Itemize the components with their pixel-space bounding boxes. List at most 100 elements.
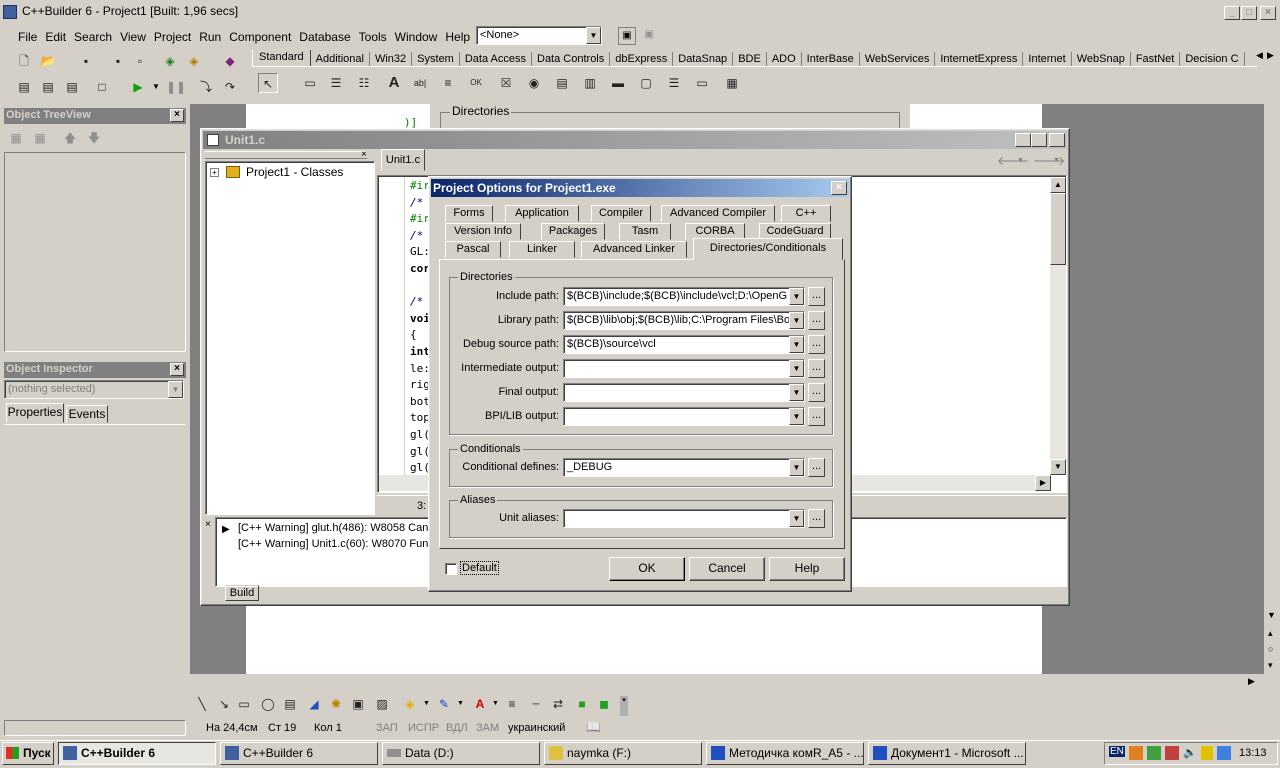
tab-forms[interactable]: Forms — [445, 205, 493, 222]
palette-tab-win32[interactable]: Win32 — [370, 52, 413, 66]
tray-network-icon[interactable] — [1147, 746, 1161, 760]
menu-project[interactable]: Project — [150, 28, 195, 46]
inspector-tab-events[interactable]: Events — [66, 405, 108, 423]
run-icon[interactable]: ▶ — [128, 77, 148, 97]
delete-item-icon[interactable]: ▦ — [30, 128, 50, 148]
view-unit-icon[interactable]: ▤ — [14, 77, 34, 97]
edit-icon[interactable]: ab| — [410, 73, 430, 93]
pointer-tool-icon[interactable]: ↖ — [258, 73, 278, 93]
palette-tab-system[interactable]: System — [412, 52, 460, 66]
tab-packages[interactable]: Packages — [541, 223, 605, 240]
tray-app-icon[interactable] — [1129, 746, 1143, 760]
line-color-icon[interactable]: ✎ — [434, 694, 454, 714]
status-ovr[interactable]: ЗАМ — [476, 722, 499, 734]
fill-color-icon[interactable]: ◈ — [400, 694, 420, 714]
debug-source-path-combo[interactable]: $(BCB)\source\vcl ▼ — [563, 335, 805, 354]
palette-tab-internetexpress[interactable]: InternetExpress — [935, 52, 1024, 66]
tray-messenger-icon[interactable] — [1217, 746, 1231, 760]
scroll-up-icon[interactable]: ▲ — [1050, 177, 1066, 193]
font-color-dropdown-icon[interactable]: ▼ — [492, 700, 499, 707]
open-project-icon[interactable]: ▫ — [130, 51, 150, 71]
dash-style-icon[interactable]: ┄ — [526, 694, 546, 714]
language-indicator[interactable]: EN — [1109, 746, 1125, 757]
nav-back-dropdown-icon[interactable]: ▼ — [1017, 157, 1024, 164]
tree-root-label[interactable]: Project1 - Classes — [246, 165, 343, 179]
menu-window[interactable]: Window — [391, 28, 442, 46]
button-icon[interactable]: OK — [466, 73, 486, 93]
menu-run[interactable]: Run — [195, 28, 225, 46]
palette-tab-bde[interactable]: BDE — [733, 52, 767, 66]
menu-help[interactable]: Help — [441, 28, 474, 46]
message-row[interactable]: [C++ Warning] glut.h(486): W8058 Cann — [238, 522, 434, 534]
tab-version-info[interactable]: Version Info — [445, 223, 521, 240]
scrollbar-icon[interactable]: ▬ — [608, 73, 628, 93]
tab-cpp[interactable]: C++ — [781, 205, 831, 222]
status-ext[interactable]: ВДЛ — [446, 722, 468, 734]
move-up-icon[interactable]: 🡅 — [60, 128, 80, 148]
editor-tab-unit1[interactable]: Unit1.c — [381, 149, 425, 171]
expand-arrow-icon[interactable]: ▶ — [222, 524, 230, 535]
palette-tab-standard[interactable]: Standard — [252, 50, 311, 66]
save-desktop-icon[interactable]: ▣ — [618, 27, 636, 45]
tab-tasm[interactable]: Tasm — [619, 223, 671, 240]
memo-icon[interactable]: ≡ — [438, 73, 458, 93]
taskbar-button-word-document1[interactable]: Документ1 - Microsoft ... — [868, 742, 1026, 765]
palette-tab-dbexpress[interactable]: dbExpress — [610, 52, 674, 66]
tab-pascal[interactable]: Pascal — [445, 241, 501, 258]
tab-application[interactable]: Application — [505, 205, 579, 222]
menu-view[interactable]: View — [116, 28, 150, 46]
tab-directories-conditionals[interactable]: Directories/Conditionals — [693, 238, 843, 260]
palette-scroll-left-icon[interactable]: ◀ — [1256, 50, 1263, 61]
oval-tool-icon[interactable]: ◯ — [258, 694, 278, 714]
nav-forward-dropdown-icon[interactable]: ▼ — [1053, 157, 1060, 164]
messages-tab-build[interactable]: Build — [225, 585, 259, 601]
taskbar-button-cbuilder-active[interactable]: C++Builder 6 — [58, 742, 216, 765]
chevron-down-icon[interactable]: ▼ — [789, 459, 804, 476]
panel-icon[interactable]: ▭ — [692, 73, 712, 93]
save-all-icon[interactable]: ▪ — [108, 51, 128, 71]
inspector-tab-properties[interactable]: Properties — [6, 403, 64, 423]
tree-expand-icon[interactable]: + — [210, 168, 219, 177]
unit-aliases-combo[interactable]: ▼ — [563, 509, 805, 528]
library-path-browse-button[interactable]: ... — [808, 311, 825, 330]
run-dropdown-icon[interactable]: ▼ — [152, 82, 160, 91]
trace-into-icon[interactable]: ⤵ — [196, 77, 216, 97]
menu-edit[interactable]: Edit — [41, 28, 70, 46]
menu-component[interactable]: Component — [225, 28, 295, 46]
palette-tab-data-access[interactable]: Data Access — [460, 52, 532, 66]
class-explorer-close-icon[interactable]: × — [361, 149, 367, 160]
wordart-icon[interactable]: ◢ — [304, 694, 324, 714]
menu-file[interactable]: File — [14, 28, 41, 46]
chevron-down-icon[interactable]: ▼ — [789, 312, 804, 329]
tab-advanced-linker[interactable]: Advanced Linker — [581, 241, 687, 258]
groupbox-icon[interactable]: ▢ — [636, 73, 656, 93]
arrow-tool-icon[interactable]: ↘ — [214, 694, 234, 714]
menu-search[interactable]: Search — [70, 28, 116, 46]
minimize-button[interactable]: _ — [1224, 6, 1240, 20]
bpi-lib-output-browse-button[interactable]: ... — [808, 407, 825, 426]
remove-from-project-icon[interactable]: ◈ — [184, 51, 204, 71]
radiogroup-icon[interactable]: ☰ — [664, 73, 684, 93]
taskbar-button-naymka-drive[interactable]: naymka (F:) — [544, 742, 702, 765]
palette-tab-ado[interactable]: ADO — [767, 52, 802, 66]
treeview-close-button[interactable]: × — [170, 109, 184, 122]
listbox-icon[interactable]: ▤ — [552, 73, 572, 93]
taskbar-button-word-methodichka[interactable]: Методичка комR_A5 - ... — [706, 742, 864, 765]
checkbox-icon[interactable]: ☒ — [496, 73, 516, 93]
bpi-lib-output-combo[interactable]: ▼ — [563, 407, 805, 426]
scroll-right-icon[interactable]: ▶ — [1248, 676, 1255, 687]
line-style-icon[interactable]: ≡ — [502, 694, 522, 714]
intermediate-output-combo[interactable]: ▼ — [563, 359, 805, 378]
conditional-defines-browse-button[interactable]: ... — [808, 458, 825, 477]
scroll-thumb[interactable] — [1050, 193, 1066, 265]
palette-tab-datasnap[interactable]: DataSnap — [673, 52, 734, 66]
chevron-down-icon[interactable]: ▼ — [789, 408, 804, 425]
tray-shield-icon[interactable] — [1201, 746, 1213, 760]
debug-source-path-browse-button[interactable]: ... — [808, 335, 825, 354]
editor-minimize-button[interactable]: _ — [1015, 133, 1031, 147]
clipart-icon[interactable]: ▣ — [348, 694, 368, 714]
set-debug-desktop-icon[interactable]: ▣ — [640, 27, 658, 45]
volume-icon[interactable]: 🔈 — [1183, 746, 1197, 759]
editor-maximize-button[interactable]: □ — [1031, 133, 1047, 147]
fill-color-dropdown-icon[interactable]: ▼ — [423, 700, 430, 707]
